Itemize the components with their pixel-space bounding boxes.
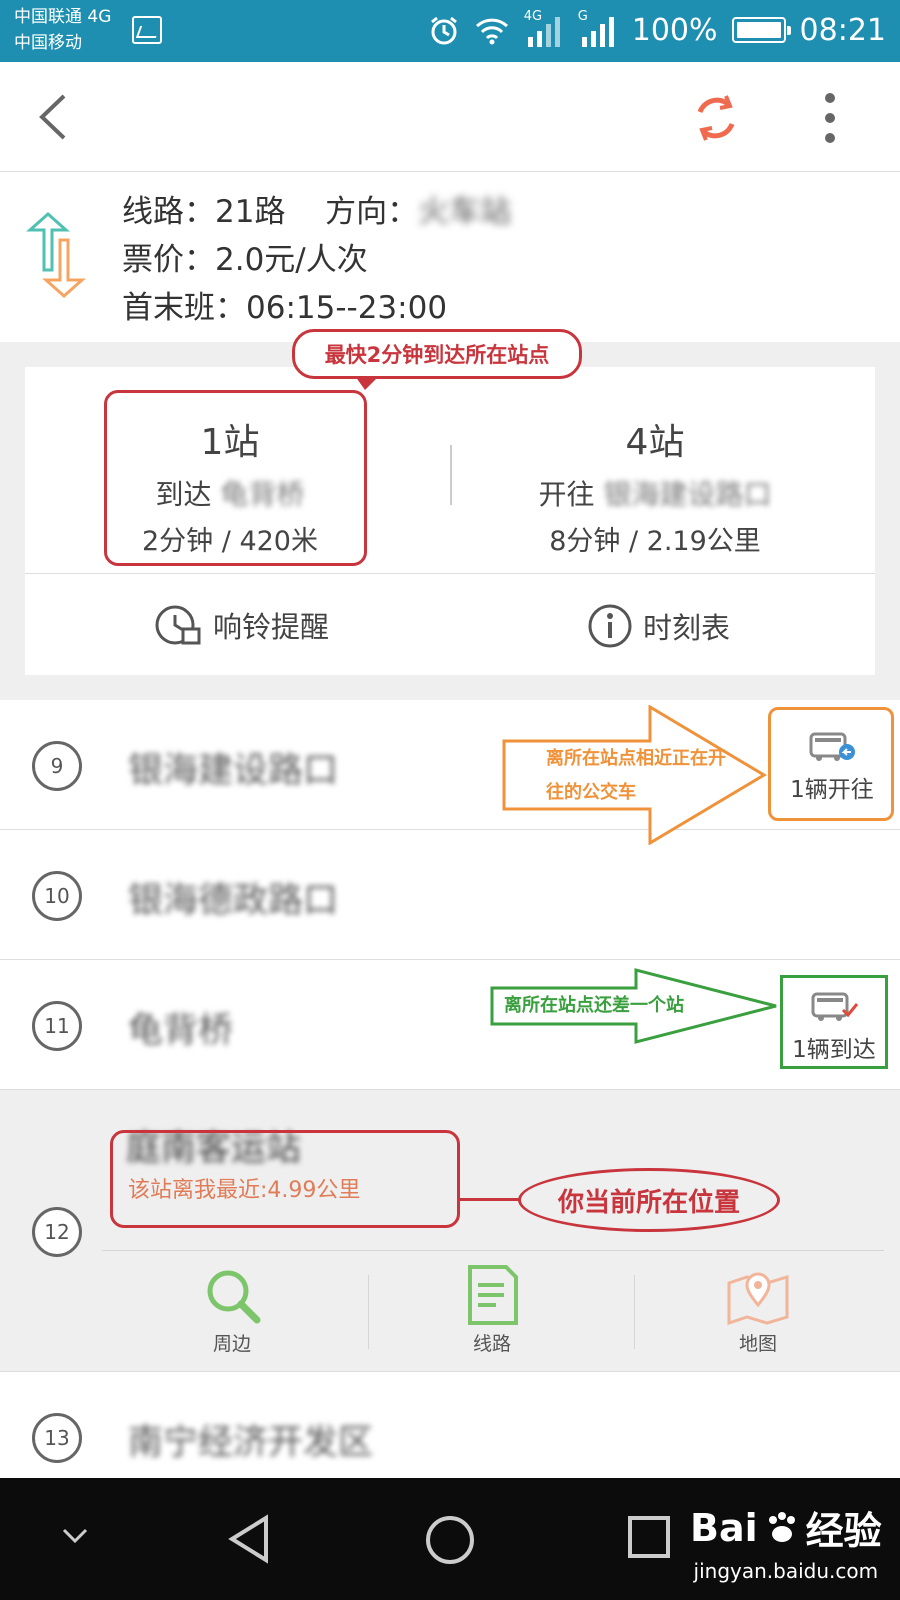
tool-divider xyxy=(634,1275,635,1349)
status-bar: 中国联通 4G 中国移动 4G G 100% 08:21 xyxy=(0,0,900,62)
watermark-url: jingyan.baidu.com xyxy=(693,1559,879,1583)
map-button[interactable]: 地图 xyxy=(698,1265,818,1356)
paw-icon xyxy=(768,1511,795,1542)
alarm-icon xyxy=(430,16,457,45)
map-pin-icon xyxy=(727,1272,789,1325)
current-position-annotation: 你当前所在位置 xyxy=(518,1168,780,1232)
route-label: 线路 xyxy=(472,1333,511,1355)
orange-annotation-line1: 离所在站点相近正在开 xyxy=(546,748,726,769)
carrier-info: 中国联通 4G 中国移动 xyxy=(14,4,111,56)
line-label: 线路： xyxy=(122,194,215,230)
highlight-current-box xyxy=(110,1130,460,1228)
annotation-connector xyxy=(460,1198,520,1201)
hours-label: 首末班： xyxy=(122,290,246,326)
current-stop-toolbar: 周边 线路 地图 xyxy=(102,1250,884,1370)
orange-annotation-line2: 往的公交车 xyxy=(546,782,636,803)
chevron-down-icon[interactable] xyxy=(60,1526,90,1546)
route-button[interactable]: 线路 xyxy=(432,1265,552,1356)
stop-number: 13 xyxy=(32,1413,82,1463)
card-hdivider xyxy=(25,573,875,574)
direction-arrows-icon xyxy=(26,212,86,298)
highlight-heading-box xyxy=(768,707,894,821)
line-row: 线路：21路 方向：火车站 xyxy=(122,186,511,231)
watermark-brand-cn: 经验 xyxy=(805,1509,882,1553)
app-bar xyxy=(0,62,900,172)
stop-row[interactable]: 银海德政路口 xyxy=(0,830,900,960)
direction-label: 方向： xyxy=(325,194,419,230)
heading-label: 开往 xyxy=(538,478,595,511)
fare-row: 票价：2.0元/人次 xyxy=(122,234,368,279)
gallery-icon xyxy=(132,16,162,44)
line-value: 21路 xyxy=(215,194,286,230)
signal-4g: 4G xyxy=(524,9,564,47)
signal-g: G xyxy=(578,9,618,47)
stop-name: 银海建设路口 xyxy=(128,751,339,791)
battery-icon xyxy=(731,17,791,43)
fare-value: 2.0元/人次 xyxy=(215,242,368,278)
alarm-clock-icon xyxy=(155,605,201,645)
next-detail: 8分钟 / 2.19公里 xyxy=(549,526,761,557)
nav-home-icon[interactable] xyxy=(424,1514,476,1566)
line-info: 线路：21路 方向：火车站 票价：2.0元/人次 首末班：06:15--23:0… xyxy=(0,172,900,342)
status-icons: 4G G 100% 08:21 xyxy=(428,9,886,50)
stop-name: 银海德政路口 xyxy=(128,881,339,921)
stop-row[interactable]: 南宁经济开发区 xyxy=(0,1372,900,1478)
nearby-label: 周边 xyxy=(212,1333,251,1355)
search-icon xyxy=(207,1270,261,1324)
more-vertical-icon[interactable] xyxy=(820,90,840,146)
hours-row: 首末班：06:15--23:00 xyxy=(122,282,447,327)
stop-number: 11 xyxy=(32,1001,82,1051)
carrier-1: 中国联通 4G xyxy=(14,7,112,27)
stop-number: 12 xyxy=(32,1207,82,1257)
stop-number: 10 xyxy=(32,871,82,921)
nav-back-icon[interactable] xyxy=(226,1514,274,1564)
baidu-jingyan-watermark: Bai 经验 jingyan.baidu.com xyxy=(690,1500,882,1584)
tool-divider xyxy=(368,1275,369,1349)
green-annotation-text: 离所在站点还差一个站 xyxy=(504,995,684,1016)
orange-annotation-text: 离所在站点相近正在开 往的公交车 xyxy=(546,742,726,810)
stop-name: 南宁经济开发区 xyxy=(128,1423,374,1463)
alarm-reminder-button[interactable]: 响铃提醒 xyxy=(153,603,329,647)
stop-number: 9 xyxy=(32,741,82,791)
watermark-logo: Bai 经验 xyxy=(690,1500,882,1555)
timetable-button[interactable]: 时刻表 xyxy=(587,603,730,649)
refresh-icon[interactable] xyxy=(690,92,742,144)
next-heading-line: 开往 银海建设路口 xyxy=(495,473,815,513)
info-icon xyxy=(588,604,632,648)
alarm-label: 响铃提醒 xyxy=(213,610,330,644)
wifi-icon xyxy=(475,18,508,45)
highlight-nearest-box xyxy=(104,390,367,566)
back-arrow-icon[interactable] xyxy=(36,92,68,142)
next-stops-count: 4站 xyxy=(625,422,685,463)
heading-stop-name: 银海建设路口 xyxy=(603,478,772,511)
fare-label: 票价： xyxy=(122,242,215,278)
net-g-label: G xyxy=(577,9,588,24)
direction-value: 火车站 xyxy=(418,194,512,230)
stop-name: 龟背桥 xyxy=(128,1011,234,1051)
carrier-2: 中国移动 xyxy=(14,33,82,53)
timetable-label: 时刻表 xyxy=(643,611,731,645)
next-bus-info[interactable]: 4站 开往 银海建设路口 8分钟 / 2.19公里 xyxy=(495,367,815,573)
net-4g-label: 4G xyxy=(523,9,543,24)
card-divider xyxy=(450,445,452,505)
battery-percent: 100% xyxy=(631,12,718,48)
fastest-arrival-callout: 最快2分钟到达所在站点 xyxy=(292,329,582,390)
hours-value: 06:15--23:00 xyxy=(246,290,448,326)
document-icon xyxy=(468,1265,518,1325)
clock: 08:21 xyxy=(799,12,886,48)
highlight-arriving-box xyxy=(780,975,888,1069)
nearby-button[interactable]: 周边 xyxy=(172,1265,292,1356)
watermark-brand: Bai xyxy=(690,1505,758,1550)
nav-recents-icon[interactable] xyxy=(626,1514,672,1560)
map-label: 地图 xyxy=(738,1333,777,1355)
